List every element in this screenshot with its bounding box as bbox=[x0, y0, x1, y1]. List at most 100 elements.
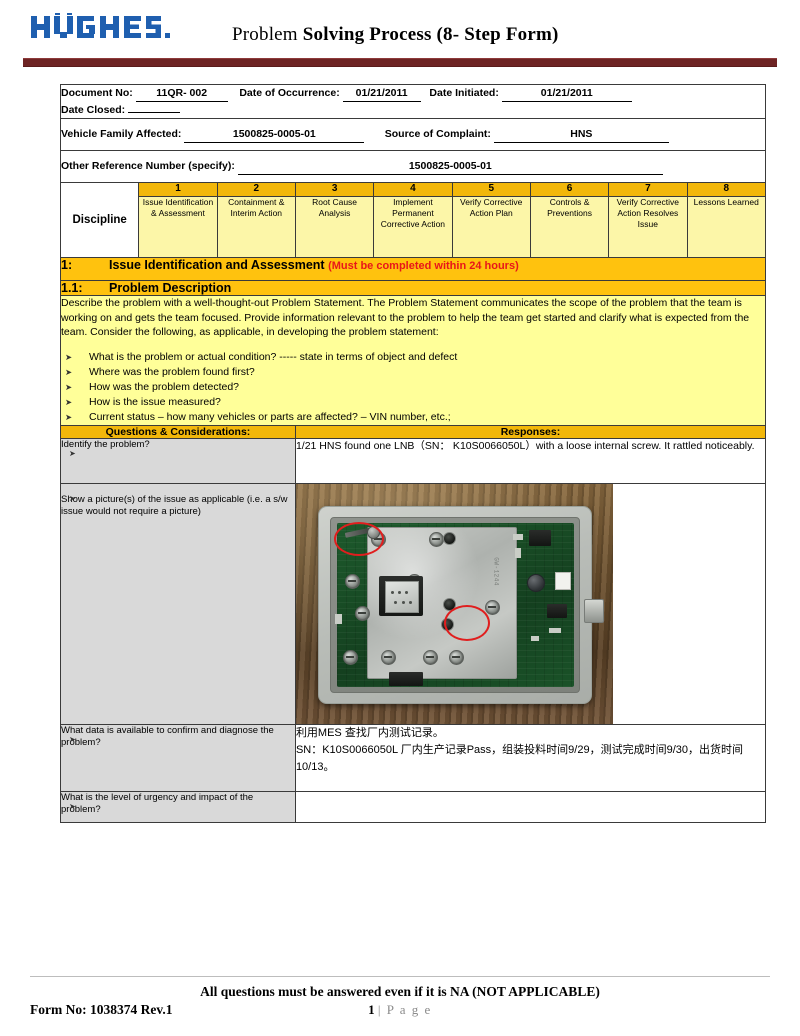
qa-row-identify-problem: Identify the problem? 1/21 HNS found one… bbox=[60, 437, 767, 484]
qa-row-urgency: What is the level of urgency and impact … bbox=[60, 790, 767, 823]
vehicle-family-label: Vehicle Family Affected: bbox=[61, 128, 182, 140]
discipline-step-3: Root Cause Analysis bbox=[294, 196, 375, 258]
instruction-bullet-3: How was the problem detected? bbox=[61, 380, 765, 395]
discipline-num-1: 1 bbox=[138, 182, 218, 197]
section-1-bar: 1: Issue Identification and Assessment (M… bbox=[60, 257, 766, 281]
other-reference-label: Other Reference Number (specify): bbox=[61, 160, 235, 172]
qa-column-header-responses: Responses: bbox=[294, 424, 767, 439]
f-type-connector bbox=[583, 598, 604, 623]
document-no-value[interactable]: 11QR- 002 bbox=[135, 85, 228, 102]
discipline-step-7: Verify Corrective Action Resolves Issue bbox=[608, 196, 688, 258]
date-closed-value[interactable] bbox=[128, 112, 181, 113]
discipline-step-2: Containment & Interim Action bbox=[216, 196, 296, 258]
section-1-1-number: 1.1: bbox=[61, 281, 83, 295]
inductor bbox=[526, 573, 545, 592]
section-1-number: 1: bbox=[61, 258, 73, 272]
screw-left-upper bbox=[344, 573, 360, 589]
discipline-step-5: Verify Corrective Action Plan bbox=[451, 196, 531, 258]
lnb-issue-photo: GW-1244 bbox=[295, 483, 613, 724]
pcb-connector bbox=[378, 575, 423, 616]
screw-hole-top bbox=[442, 531, 456, 545]
date-initiated-label: Date Initiated: bbox=[429, 87, 499, 99]
date-closed-label: Date Closed: bbox=[61, 104, 126, 116]
discipline-num-3: 3 bbox=[294, 182, 375, 197]
discipline-step-1: Issue Identification & Assessment bbox=[138, 196, 218, 258]
qa-question-picture: Show a picture(s) of the issue as applic… bbox=[60, 482, 296, 725]
info-row-reference: Other Reference Number (specify): 150082… bbox=[60, 150, 766, 183]
source-of-complaint-value[interactable]: HNS bbox=[493, 126, 669, 143]
ic-chip-bottom bbox=[388, 671, 423, 686]
qa-answer-available-data[interactable]: 利用MES 查找厂内测试记录。 SN：K10S0066050L 厂内生产记录Pa… bbox=[294, 723, 767, 792]
discipline-label: Discipline bbox=[59, 182, 140, 258]
footer-page-number: 1 | P a g e bbox=[0, 1002, 800, 1018]
screw-right-mid bbox=[484, 599, 500, 615]
qa-row-available-data: What data is available to confirm and di… bbox=[60, 723, 767, 792]
page-title-bold: Solving Process (8- Step Form) bbox=[302, 24, 559, 45]
discipline-num-7: 7 bbox=[608, 182, 688, 197]
section-1-1-bar: 1.1: Problem Description bbox=[60, 280, 766, 296]
page-title-light: Problem bbox=[232, 24, 303, 45]
smd-part-5 bbox=[334, 613, 342, 624]
screw-left-lower bbox=[354, 605, 370, 621]
section-1-note: (Must be completed within 24 hours) bbox=[328, 260, 519, 272]
footer-divider bbox=[30, 976, 770, 977]
section-1-1-title: Problem Description bbox=[109, 281, 232, 295]
discipline-num-4: 4 bbox=[373, 182, 453, 197]
header-divider bbox=[23, 58, 777, 67]
pcb-connector-shell bbox=[384, 580, 419, 613]
footer-page-word: | P a g e bbox=[377, 1002, 432, 1017]
info-row-vehicle: Vehicle Family Affected: 1500825-0005-01… bbox=[60, 118, 766, 151]
smd-part-3 bbox=[548, 627, 561, 633]
source-of-complaint-label: Source of Complaint: bbox=[384, 128, 491, 140]
discipline-num-6: 6 bbox=[529, 182, 610, 197]
reference-info-cell: Other Reference Number (specify): 150082… bbox=[60, 150, 766, 183]
document-info-cell: Document No: 11QR- 002 Date of Occurrenc… bbox=[60, 84, 766, 119]
other-reference-value[interactable]: 1500825-0005-01 bbox=[237, 158, 663, 175]
qa-answer-available-data-line2: SN：K10S0066050L 厂内生产记录Pass，组装投料时间9/29，测试… bbox=[295, 743, 743, 773]
footer-note: All questions must be answered even if i… bbox=[200, 984, 600, 999]
qa-question-urgency: What is the level of urgency and impact … bbox=[60, 790, 296, 823]
discipline-num-8: 8 bbox=[686, 182, 766, 197]
annotation-circle-empty-hole bbox=[443, 604, 490, 641]
screw-bottom-right bbox=[448, 649, 464, 665]
instruction-bullet-4: How is the issue measured? bbox=[61, 395, 765, 410]
screw-bottom-mid-left bbox=[380, 649, 396, 665]
smd-part-4 bbox=[530, 635, 539, 641]
discipline-step-6: Controls & Preventions bbox=[529, 196, 610, 258]
hughes-logo bbox=[31, 13, 170, 38]
instructions-row: Describe the problem with a well-thought… bbox=[60, 295, 766, 426]
qa-answer-available-data-line1: 利用MES 查找厂内测试记录。 bbox=[295, 726, 444, 739]
page-header: Problem Solving Process (8- Step Form) bbox=[0, 0, 800, 58]
discipline-label-row: Issue Identification & Assessment Contai… bbox=[61, 196, 766, 258]
form-container: Document No: 11QR- 002 Date of Occurrenc… bbox=[59, 84, 767, 823]
screw-bottom-mid bbox=[422, 649, 438, 665]
instructions-bullet-list: What is the problem or actual condition?… bbox=[61, 350, 765, 425]
instruction-bullet-5: Current status – how many vehicles or pa… bbox=[61, 410, 765, 425]
qa-header-row: Questions & Considerations: Responses: bbox=[60, 424, 767, 439]
instructions-paragraph: Describe the problem with a well-thought… bbox=[61, 297, 750, 338]
qa-question-identify-problem: Identify the problem? bbox=[60, 437, 296, 484]
smd-part-1 bbox=[512, 533, 523, 540]
qa-answer-picture[interactable]: GW-1244 bbox=[294, 482, 767, 725]
date-of-occurrence-label: Date of Occurrence: bbox=[239, 87, 340, 99]
qa-answer-identify-problem[interactable]: 1/21 HNS found one LNB（SN： K10S0066050L）… bbox=[294, 437, 767, 484]
section-1-title: Issue Identification and Assessment bbox=[109, 258, 325, 272]
screw-bottom-left bbox=[342, 649, 358, 665]
discipline-step-8: Lessons Learned bbox=[686, 196, 766, 258]
qa-column-header-questions: Questions & Considerations: bbox=[60, 424, 296, 439]
document-no-label: Document No: bbox=[61, 87, 133, 99]
vehicle-family-value[interactable]: 1500825-0005-01 bbox=[184, 126, 365, 143]
qa-answer-urgency[interactable] bbox=[294, 790, 767, 823]
instruction-bullet-1: What is the problem or actual condition?… bbox=[61, 350, 765, 365]
section-1-row: 1: Issue Identification and Assessment (M… bbox=[60, 257, 766, 281]
instruction-bullet-2: Where was the problem found first? bbox=[61, 365, 765, 380]
annotation-circle-loose-screw bbox=[333, 521, 384, 556]
date-of-occurrence-value[interactable]: 01/21/2011 bbox=[342, 85, 421, 102]
qa-question-available-data: What data is available to confirm and di… bbox=[60, 723, 296, 792]
qa-row-picture: Show a picture(s) of the issue as applic… bbox=[60, 482, 767, 725]
shield-marking: GW-1244 bbox=[492, 556, 500, 586]
date-initiated-value[interactable]: 01/21/2011 bbox=[501, 85, 632, 102]
section-1-1-row: 1.1: Problem Description bbox=[60, 280, 766, 296]
ic-chip-top bbox=[528, 529, 551, 546]
instructions-cell: Describe the problem with a well-thought… bbox=[60, 295, 766, 426]
